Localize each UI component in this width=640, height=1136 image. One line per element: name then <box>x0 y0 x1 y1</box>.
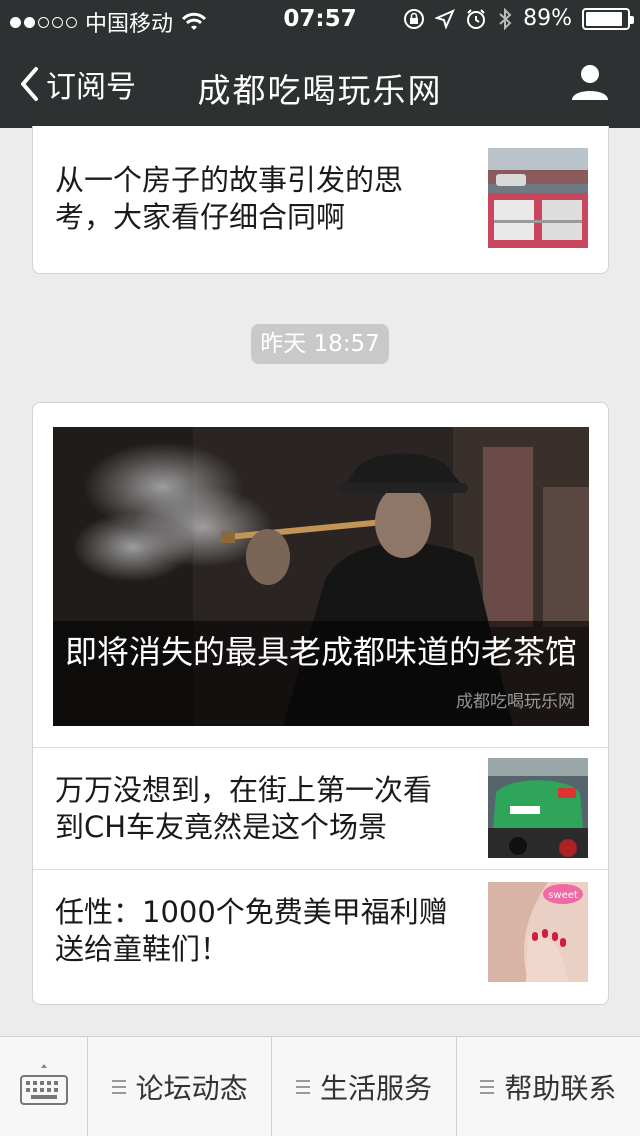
menu-item-life-services[interactable]: 生活服务 <box>272 1037 457 1136</box>
timestamp-badge: 昨天 18:57 <box>251 324 389 364</box>
menu-item-label: 生活服务 <box>319 1071 432 1105</box>
status-bar: 中国移动 07:57 89% <box>0 0 640 40</box>
status-right: 89% <box>403 6 634 31</box>
profile-icon <box>572 65 608 100</box>
feature-watermark: 成都吃喝玩乐网 <box>456 692 575 712</box>
keyboard-toggle-button[interactable] <box>0 1037 88 1136</box>
nav-bar: 订阅号 成都吃喝玩乐网 <box>0 40 640 128</box>
battery-fill <box>586 11 622 26</box>
rotation-lock-icon <box>404 8 425 29</box>
list-item[interactable]: 从一个房子的故事引发的思考，大家看仔细合同啊 <box>33 126 608 273</box>
menu-item-label: 帮助联系 <box>504 1071 617 1105</box>
article-card-top[interactable]: 从一个房子的故事引发的思考，大家看仔细合同啊 <box>32 126 609 274</box>
menu-item-label: 论坛动态 <box>135 1071 248 1105</box>
list-item[interactable]: 万万没想到，在街上第一次看到CH车友竟然是这个场景 <box>33 748 608 869</box>
svg-text:sweet: sweet <box>548 890 578 901</box>
article-title: 任性：1000个免费美甲福利赠送给童鞋们！ <box>55 895 448 966</box>
menu-lines-icon <box>480 1079 495 1094</box>
feature-article[interactable]: 即将消失的最具老成都味道的老茶馆 成都吃喝玩乐网 <box>53 427 589 726</box>
battery-icon <box>582 7 634 30</box>
menu-item-help-contact[interactable]: 帮助联系 <box>457 1037 640 1136</box>
page-title: 成都吃喝玩乐网 <box>197 71 443 110</box>
article-title: 万万没想到，在街上第一次看到CH车友竟然是这个场景 <box>55 773 433 844</box>
bottom-menu-bar: 论坛动态 生活服务 帮助联系 <box>0 1036 640 1136</box>
bluetooth-icon <box>499 7 512 30</box>
battery-percent: 89% <box>523 6 572 31</box>
menu-lines-icon <box>295 1079 310 1094</box>
article-thumbnail-car <box>488 758 588 858</box>
list-item[interactable]: 任性：1000个免费美甲福利赠送给童鞋们！ sweet <box>33 870 608 1004</box>
top-bar: 中国移动 07:57 89% 订阅号 成都吃喝玩乐网 <box>0 0 640 128</box>
alarm-icon <box>467 8 486 29</box>
article-title: 从一个房子的故事引发的思考，大家看仔细合同啊 <box>55 163 404 234</box>
article-thumbnail-house <box>488 148 588 248</box>
article-thumbnail-nails: sweet <box>488 882 588 982</box>
keyboard-icon <box>19 1063 68 1105</box>
profile-button[interactable] <box>570 62 610 106</box>
location-arrow-icon <box>435 8 456 29</box>
menu-item-forum[interactable]: 论坛动态 <box>88 1037 273 1136</box>
menu-lines-icon <box>111 1079 126 1094</box>
article-card-group: 即将消失的最具老成都味道的老茶馆 成都吃喝玩乐网 万万没想到，在街上第一次看到C… <box>32 402 609 1005</box>
